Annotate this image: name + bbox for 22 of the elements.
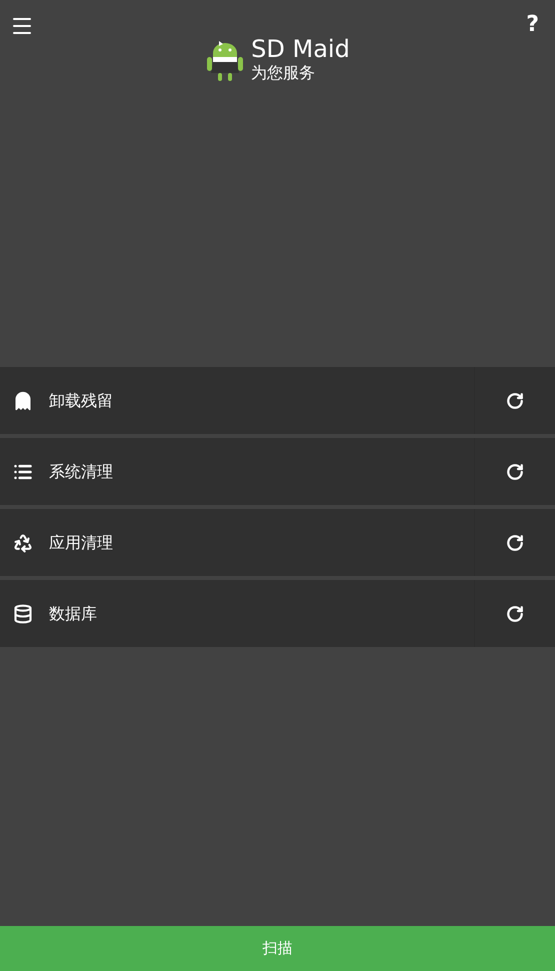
refresh-button[interactable] xyxy=(474,438,555,505)
app-subtitle: 为您服务 xyxy=(251,63,316,83)
refresh-icon xyxy=(506,392,524,410)
database-icon xyxy=(13,604,33,624)
refresh-icon xyxy=(506,534,524,552)
tool-row[interactable]: 系统清理 xyxy=(0,438,474,505)
tool-row[interactable]: 应用清理 xyxy=(0,509,474,576)
tool-label: 卸载残留 xyxy=(49,390,113,412)
refresh-icon xyxy=(506,462,524,480)
app-title: SD Maid xyxy=(251,35,350,63)
help-button[interactable]: ? xyxy=(526,14,539,36)
ghost-icon xyxy=(13,390,33,410)
refresh-button[interactable] xyxy=(474,580,555,647)
tool-label: 应用清理 xyxy=(49,532,113,554)
tool-row[interactable]: 卸载残留 xyxy=(0,367,474,434)
refresh-button[interactable] xyxy=(474,509,555,576)
refresh-button[interactable] xyxy=(474,367,555,434)
recycle-icon xyxy=(13,532,33,552)
refresh-icon xyxy=(506,604,524,622)
tool-row[interactable]: 数据库 xyxy=(0,580,474,647)
tool-label: 系统清理 xyxy=(49,460,113,482)
tool-label: 数据库 xyxy=(49,602,97,624)
